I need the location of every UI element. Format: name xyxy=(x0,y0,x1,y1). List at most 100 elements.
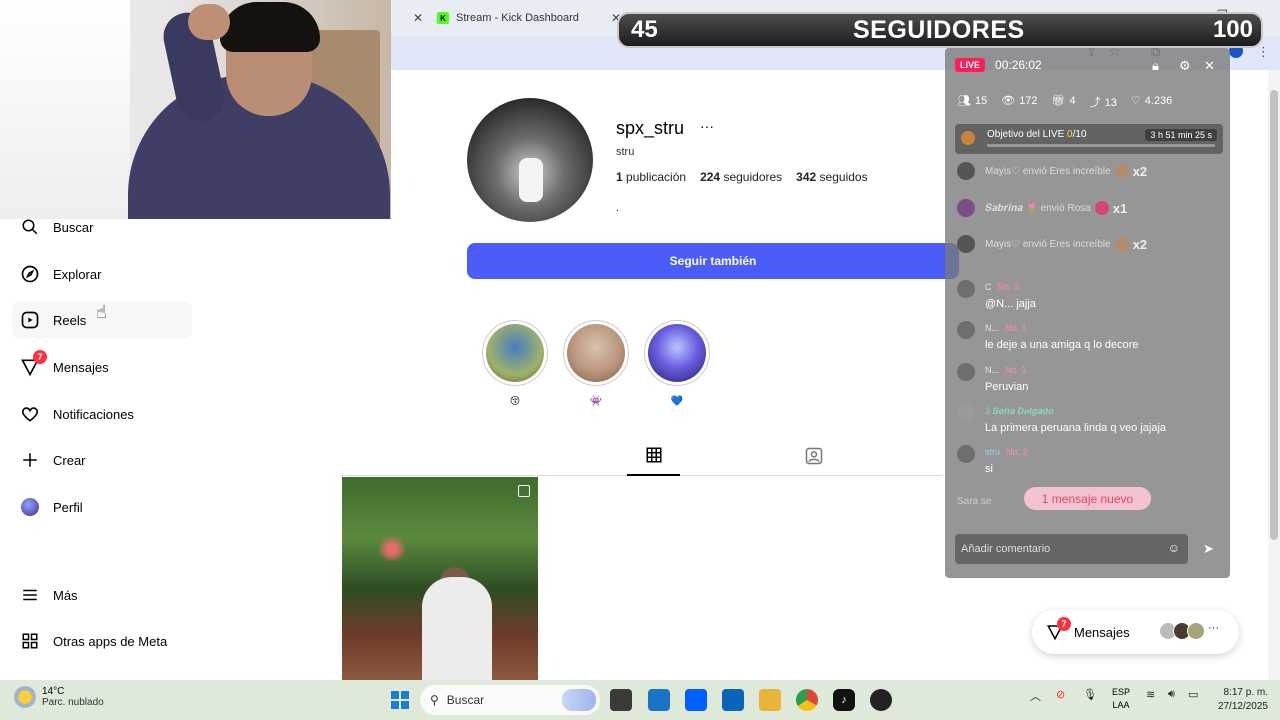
settings-icon[interactable]: ⚙ xyxy=(1179,58,1191,74)
gift-icon xyxy=(1114,164,1129,178)
profile-picture[interactable] xyxy=(467,98,593,222)
eye-icon: 👁︎ xyxy=(1001,95,1016,107)
gift-icon: 🎁︎ xyxy=(1051,95,1066,107)
folder-icon[interactable] xyxy=(759,689,781,711)
followers-goal: 100 xyxy=(1212,16,1253,43)
comment-input[interactable]: Añadir comentario ☺ xyxy=(955,534,1188,564)
highlight-image xyxy=(486,324,544,382)
followers-stat[interactable]: 224 seguidores xyxy=(700,170,782,184)
outlook-icon[interactable] xyxy=(722,689,744,711)
live-stats: 👥︎ 15 👁︎ 172 🎁︎ 4 ⤴ 13 ♡ 4.236 xyxy=(957,94,1172,110)
dropbox-icon[interactable] xyxy=(685,689,707,711)
wifi-icon[interactable]: ≋ xyxy=(1146,688,1155,701)
file-explorer-icon[interactable] xyxy=(610,689,632,711)
menu-dots-icon[interactable]: ⋮ xyxy=(1257,44,1270,60)
screen: ✕ K Stream - Kick Dashboard ✕ — ❐ ⇪ ☆ ⧉ … xyxy=(0,0,1280,720)
tab-close-previous[interactable]: ✕ xyxy=(405,6,423,30)
close-icon[interactable]: ✕ xyxy=(1204,58,1215,74)
messenger-icon: 7 xyxy=(1046,617,1071,641)
live-badge: LIVE xyxy=(955,58,986,72)
goal-timer: 3 h 51 min 25 s xyxy=(1145,129,1217,141)
weather-icon xyxy=(14,686,36,708)
likes-stat: ♡ 4.236 xyxy=(1130,95,1173,107)
sidebar-item-explorar[interactable]: Explorar xyxy=(12,255,192,293)
sidebar-item-perfil[interactable]: Perfil xyxy=(12,488,192,526)
language-indicator[interactable]: ESP LAA xyxy=(1112,686,1130,712)
tiktok-icon[interactable]: ♪ xyxy=(833,689,855,711)
sidebar-item-otras-apps[interactable]: Otras apps de Meta xyxy=(12,622,192,660)
heart-icon: ♡ xyxy=(1130,95,1141,107)
close-icon[interactable]: ✕ xyxy=(413,11,423,25)
new-message-button[interactable]: 1 mensaje nuevo xyxy=(1024,487,1151,510)
microphone-icon[interactable]: 🎙︎ xyxy=(1083,688,1097,701)
chat-comment-partial: Sara se xyxy=(957,496,992,507)
gift-row: Mayis♡ envió Eres increíble x2 xyxy=(957,162,1147,180)
messages-floating-button[interactable]: 7 Mensajes ··· xyxy=(1032,610,1239,654)
page-scrollbar[interactable] xyxy=(1268,70,1280,680)
story-highlight[interactable]: 💙 xyxy=(644,320,710,407)
carousel-icon xyxy=(518,485,530,497)
lock-icon[interactable]: 🔒︎ xyxy=(1152,58,1159,74)
sidebar-item-mas[interactable]: Más xyxy=(12,576,192,614)
weather-widget[interactable]: 14°C Parc. nublado xyxy=(14,686,104,708)
plus-icon xyxy=(20,450,40,470)
chrome-icon[interactable] xyxy=(796,689,818,711)
gift-icon xyxy=(1114,237,1129,251)
more-options-icon[interactable]: ··· xyxy=(700,118,714,134)
gifts-stat: 🎁︎ 4 xyxy=(1051,95,1076,107)
more-icon: ··· xyxy=(1208,622,1219,634)
store-icon[interactable] xyxy=(648,689,670,711)
story-highlight[interactable]: 😚 xyxy=(482,320,548,407)
highlight-image xyxy=(567,324,625,382)
messenger-icon: 7 xyxy=(20,350,47,377)
reels-icon xyxy=(20,310,40,330)
taskbar: 14°C Parc. nublado ⚲ Buscar ♪ ︿ ⊘ 🎙︎ ESP L… xyxy=(0,680,1280,720)
taskbar-search[interactable]: ⚲ Buscar xyxy=(420,685,600,715)
clock[interactable]: 8:17 p. m. 27/12/2025 xyxy=(1218,686,1268,714)
shares-stat: ⤴ 13 xyxy=(1089,97,1117,109)
following-stat[interactable]: 342 seguidos xyxy=(796,170,867,184)
follow-back-button[interactable]: Seguir también xyxy=(467,243,959,279)
emoji-icon[interactable]: ☺ xyxy=(1168,541,1180,555)
live-duration: 00:26:02 xyxy=(995,58,1042,72)
sidebar-item-notificaciones[interactable]: Notificaciones xyxy=(12,395,192,433)
profile-bio: . xyxy=(616,203,619,214)
people-icon: 👥︎ xyxy=(957,95,971,107)
tab-posts[interactable] xyxy=(627,443,680,476)
share-icon: ⤴ xyxy=(1089,97,1101,109)
compass-icon xyxy=(20,264,40,284)
sidebar-item-crear[interactable]: Crear xyxy=(12,441,192,479)
menu-icon xyxy=(20,585,40,605)
posts-stat: 1 publicación xyxy=(616,170,687,184)
volume-icon[interactable]: 🔊︎ xyxy=(1168,688,1175,701)
goal-emoji-icon xyxy=(961,131,975,145)
grid-icon xyxy=(646,447,661,463)
live-goal[interactable]: Objetivo del LIVE 0/10 3 h 51 min 25 s xyxy=(955,124,1223,154)
kick-icon: K xyxy=(437,12,449,24)
post-thumbnail[interactable] xyxy=(342,477,538,680)
messages-badge: 7 xyxy=(1057,617,1071,631)
app-icon[interactable] xyxy=(870,689,892,711)
search-icon: ⚲ xyxy=(430,693,439,707)
sidebar-item-mensajes[interactable]: 7 Mensajes xyxy=(12,348,192,386)
profile-stats: 1 publicación 224 seguidores 342 seguido… xyxy=(616,170,868,184)
tab-tagged[interactable] xyxy=(804,446,824,471)
profile-full-name: stru xyxy=(616,146,635,158)
antivirus-icon[interactable]: ⊘ xyxy=(1056,688,1065,701)
webcam-overlay xyxy=(0,0,391,219)
sidebar-item-buscar[interactable]: Buscar xyxy=(12,208,192,246)
goal-progress-bar xyxy=(987,144,1215,147)
gift-row: Mayis♡ envió Eres increíble x2 xyxy=(957,235,1147,253)
viewers-stat: 👥︎ 15 xyxy=(957,95,988,107)
tab-kick-dashboard[interactable]: K Stream - Kick Dashboard xyxy=(437,6,617,30)
hand-cursor-icon: ☝ xyxy=(96,302,107,322)
highlight-image xyxy=(648,324,706,382)
battery-icon[interactable]: ▭ xyxy=(1188,688,1198,701)
story-highlight[interactable]: 👾 xyxy=(563,320,629,407)
start-button[interactable] xyxy=(391,691,409,709)
chevron-up-icon[interactable]: ︿ xyxy=(1030,688,1041,704)
search-icon xyxy=(20,217,40,237)
followers-count: 45 xyxy=(631,16,658,43)
rose-icon xyxy=(1094,201,1109,215)
send-icon[interactable]: ➤ xyxy=(1203,541,1214,557)
